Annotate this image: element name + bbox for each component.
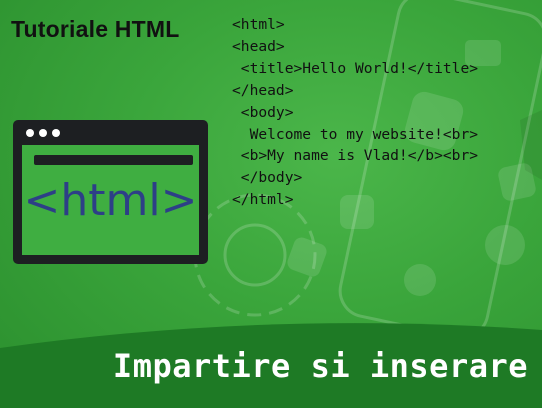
tool-icon [287, 237, 327, 277]
address-bar [34, 155, 193, 165]
window-dot [26, 129, 34, 137]
code-line: <body> [232, 103, 294, 121]
html-tag-label: <html> [23, 175, 198, 226]
page-title: Tutoriale HTML [11, 16, 180, 42]
window-dot [39, 129, 47, 137]
window-dot [52, 129, 60, 137]
code-line: </body> [232, 169, 303, 187]
browser-content: <html> [22, 145, 199, 255]
person-icon [404, 264, 436, 296]
browser-window-icon: <html> [13, 120, 208, 264]
code-line: <head> [232, 37, 285, 55]
code-line: <title>Hello World!</title> [232, 59, 479, 77]
footer-caption: Impartire si inserare [112, 347, 528, 385]
code-line: <b>My name is Vlad!</b><br> [232, 147, 479, 165]
code-line: <html> [232, 16, 285, 33]
html-code-snippet: <html> <head> <title>Hello World!</title>… [232, 14, 478, 211]
saas-cloud-icon [485, 225, 525, 265]
code-line: </html> [232, 191, 294, 209]
banner-canvas: Tutoriale HTML <html> <head> <title>Hello… [0, 0, 542, 408]
window-dots [26, 129, 60, 137]
code-line: </head> [232, 81, 294, 99]
code-line: Welcome to my website!<br> [232, 125, 479, 143]
